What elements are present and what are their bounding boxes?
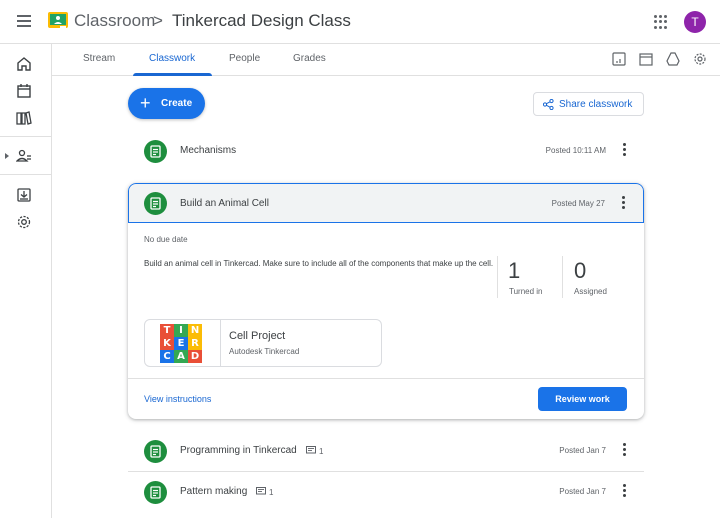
turned-in-count[interactable]: 1 xyxy=(508,258,520,284)
logo-letter: C xyxy=(160,350,174,363)
assignment-icon xyxy=(144,440,167,463)
list-item[interactable]: Mechanisms Posted 10:11 AM xyxy=(128,131,644,171)
create-button-label: Create xyxy=(161,98,193,109)
assignment-icon xyxy=(144,192,167,215)
logo-letter: I xyxy=(174,324,188,337)
assigned-label: Assigned xyxy=(574,287,607,296)
posted-date: Posted Jan 7 xyxy=(559,487,606,496)
more-options-icon[interactable] xyxy=(622,196,626,210)
tab-people[interactable]: People xyxy=(229,53,260,64)
assignment-icon xyxy=(144,481,167,504)
share-classwork-label: Share classwork xyxy=(559,99,633,110)
active-tab-indicator xyxy=(133,73,212,76)
share-icon xyxy=(543,99,554,110)
tab-grades[interactable]: Grades xyxy=(293,53,326,64)
calendar-icon[interactable] xyxy=(639,52,653,66)
gradebook-icon[interactable] xyxy=(612,52,626,66)
item-title: Mechanisms xyxy=(180,145,237,156)
item-title: Programming in Tinkercad xyxy=(180,445,297,456)
attachment-title: Cell Project xyxy=(229,330,286,342)
books-icon[interactable] xyxy=(16,110,32,126)
assignment-icon xyxy=(144,140,167,163)
expand-caret-icon[interactable] xyxy=(5,153,9,159)
more-options-icon[interactable] xyxy=(623,484,627,498)
turned-in-label: Turned in xyxy=(509,287,543,296)
app-title[interactable]: Classroom xyxy=(74,11,155,31)
logo-letter: N xyxy=(188,324,202,337)
view-instructions-link[interactable]: View instructions xyxy=(144,394,211,404)
class-title[interactable]: Tinkercad Design Class xyxy=(172,11,351,31)
settings-gear-icon[interactable] xyxy=(16,214,32,230)
plus-icon: + xyxy=(140,93,151,113)
card-footer-divider xyxy=(128,378,644,379)
stat-divider xyxy=(497,256,498,298)
assigned-count[interactable]: 0 xyxy=(574,258,586,284)
due-date: No due date xyxy=(144,235,188,244)
archive-icon[interactable] xyxy=(16,187,32,203)
list-item[interactable]: Pattern making 1 Posted Jan 7 xyxy=(128,472,644,512)
expanded-assignment-card: Build an Animal Cell Posted May 27 No du… xyxy=(128,183,644,419)
rail-divider xyxy=(0,136,52,137)
calendar-icon[interactable] xyxy=(16,83,32,99)
logo-letter: R xyxy=(188,337,202,350)
tab-bar: Stream Classwork People Grades xyxy=(52,44,720,76)
logo-letter: E xyxy=(174,337,188,350)
classroom-logo-icon[interactable] xyxy=(48,12,68,30)
home-icon[interactable] xyxy=(16,56,32,72)
posted-date: Posted 10:11 AM xyxy=(545,146,606,155)
assignment-description: Build an animal cell in Tinkercad. Make … xyxy=(144,259,494,268)
logo-letter: D xyxy=(188,350,202,363)
logo-letter: K xyxy=(160,337,174,350)
tab-stream[interactable]: Stream xyxy=(83,53,115,64)
avatar[interactable]: T xyxy=(684,11,706,33)
rail-divider xyxy=(0,174,52,175)
review-work-button[interactable]: Review work xyxy=(538,387,627,411)
item-title: Build an Animal Cell xyxy=(180,198,269,209)
posted-date: Posted May 27 xyxy=(551,199,605,208)
more-options-icon[interactable] xyxy=(623,443,627,457)
create-button[interactable]: + Create xyxy=(128,88,205,119)
more-options-icon[interactable] xyxy=(623,143,627,157)
comment-icon xyxy=(256,487,266,495)
attachment-subtitle: Autodesk Tinkercad xyxy=(229,347,300,356)
comment-count: 1 xyxy=(306,446,323,456)
posted-date: Posted Jan 7 xyxy=(559,446,606,455)
list-item[interactable]: Programming in Tinkercad 1 Posted Jan 7 xyxy=(128,431,644,471)
tab-classwork[interactable]: Classwork xyxy=(149,53,195,64)
stat-divider xyxy=(562,256,563,298)
left-rail xyxy=(0,44,52,518)
card-header[interactable]: Build an Animal Cell Posted May 27 xyxy=(128,183,644,223)
comment-icon xyxy=(306,446,316,454)
logo-letter: A xyxy=(174,350,188,363)
people-icon[interactable] xyxy=(16,148,32,164)
top-bar: Classroom > Tinkercad Design Class T xyxy=(0,0,720,44)
class-settings-icon[interactable] xyxy=(693,52,707,66)
comment-count: 1 xyxy=(256,487,273,497)
breadcrumb-separator: > xyxy=(153,11,163,30)
main-menu-icon[interactable] xyxy=(14,12,34,32)
comment-count-value: 1 xyxy=(269,488,274,497)
drive-icon[interactable] xyxy=(666,52,680,66)
google-apps-icon[interactable] xyxy=(654,15,668,29)
logo-letter: T xyxy=(160,324,174,337)
comment-count-value: 1 xyxy=(319,447,324,456)
attachment-card[interactable]: TIN KER CAD Cell Project Autodesk Tinkerca… xyxy=(144,319,382,367)
tinkercad-logo: TIN KER CAD xyxy=(145,320,221,366)
item-title: Pattern making xyxy=(180,486,248,497)
share-classwork-button[interactable]: Share classwork xyxy=(533,92,644,116)
